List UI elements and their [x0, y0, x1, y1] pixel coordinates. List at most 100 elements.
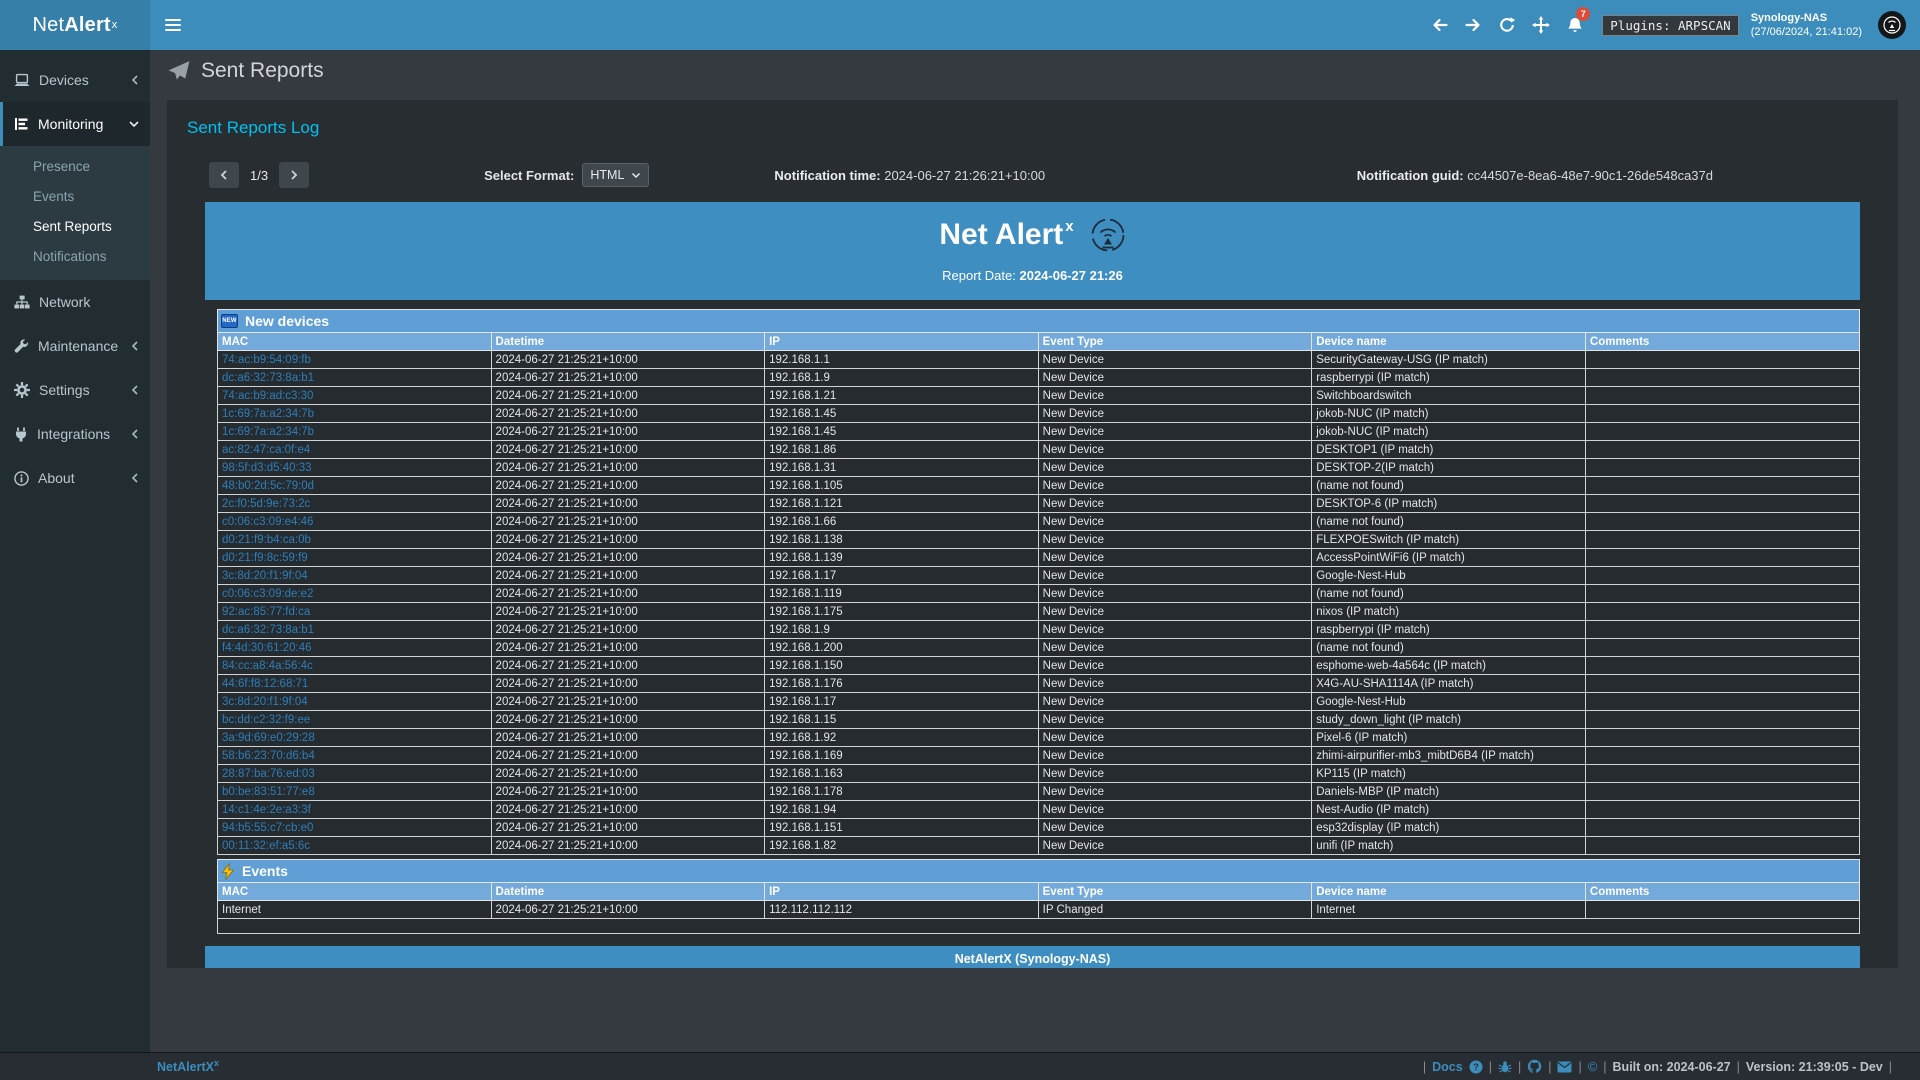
name-cell: SecurityGateway-USG (IP match)	[1312, 351, 1586, 369]
mac-link[interactable]: 48:b0:2d:5c:79:0d	[222, 480, 314, 492]
separator: |	[1578, 1060, 1581, 1074]
prev-page-button[interactable]	[209, 162, 239, 188]
sidebar-toggle-button[interactable]	[150, 0, 196, 50]
comments-cell	[1585, 387, 1859, 405]
mac-cell: 74:ac:b9:54:09:fb	[218, 351, 492, 369]
mac-link[interactable]: 3a:9d:69:e0:29:28	[222, 732, 315, 744]
github-link[interactable]	[1527, 1059, 1542, 1074]
event-cell: New Device	[1038, 783, 1312, 801]
comments-cell	[1585, 675, 1859, 693]
footer-brand[interactable]: NetAlertXx	[157, 1058, 219, 1074]
bug-report-link[interactable]	[1498, 1060, 1512, 1074]
notification-guid-label: Notification guid:	[1357, 168, 1464, 183]
mac-link[interactable]: 1c:69:7a:a2:34:7b	[222, 426, 314, 438]
sidebar-item-maintenance[interactable]: Maintenance	[0, 324, 150, 368]
forward-button[interactable]	[1456, 0, 1490, 50]
mac-link[interactable]: 3c:8d:20:f1:9f:04	[222, 570, 308, 582]
mac-cell: 1c:69:7a:a2:34:7b	[218, 423, 492, 441]
separator: |	[1489, 1060, 1492, 1074]
mac-link[interactable]: 74:ac:b9:ad:c3:30	[222, 390, 313, 402]
docs-link[interactable]: Docs	[1432, 1060, 1463, 1074]
mac-link[interactable]: dc:a6:32:73:8a:b1	[222, 624, 314, 636]
sidebar-subitem-events[interactable]: Events	[0, 181, 150, 211]
mac-link[interactable]: 2c:f0:5d:9e:73:2c	[222, 498, 310, 510]
datetime-cell: 2024-06-27 21:25:21+10:00	[491, 837, 765, 855]
mac-link[interactable]: 94:b5:55:c7:cb:e0	[222, 822, 313, 834]
wrench-icon	[14, 339, 29, 354]
mac-link[interactable]: 74:ac:b9:54:09:fb	[222, 354, 311, 366]
ip-cell: 192.168.1.9	[765, 621, 1039, 639]
mac-link[interactable]: 28:87:ba:76:ed:03	[222, 768, 315, 780]
mac-link[interactable]: 98:5f:d3:d5:40:33	[222, 462, 312, 474]
event-cell: New Device	[1038, 387, 1312, 405]
email-link[interactable]	[1557, 1061, 1572, 1073]
mac-link[interactable]: d0:21:f9:8c:59:f9	[222, 552, 308, 564]
mac-link[interactable]: 58:b6:23:70:d6:b4	[222, 750, 315, 762]
report-date-label: Report Date:	[942, 268, 1016, 283]
sidebar-item-integrations[interactable]: Integrations	[0, 412, 150, 456]
mac-link[interactable]: dc:a6:32:73:8a:b1	[222, 372, 314, 384]
sidebar-item-about[interactable]: About	[0, 456, 150, 500]
sidebar-subitem-presence[interactable]: Presence	[0, 151, 150, 181]
report-date-value: 2024-06-27 21:26	[1019, 268, 1122, 283]
mac-link[interactable]: 1c:69:7a:a2:34:7b	[222, 408, 314, 420]
user-avatar[interactable]	[1878, 11, 1906, 39]
sidebar-item-monitoring[interactable]: Monitoring	[0, 102, 150, 146]
svg-text:?: ?	[1473, 1062, 1479, 1072]
chevron-left-icon	[130, 384, 140, 396]
format-select[interactable]: HTML	[582, 163, 649, 187]
notifications-button[interactable]: 7	[1558, 0, 1592, 50]
events-section: Events MAC Datetime IP Event Type Dev	[217, 859, 1860, 934]
event-cell: New Device	[1038, 495, 1312, 513]
sidebar-item-devices[interactable]: Devices	[0, 58, 150, 102]
ip-cell: 192.168.1.82	[765, 837, 1039, 855]
host-name: Synology-NAS	[1751, 11, 1862, 25]
event-cell: New Device	[1038, 693, 1312, 711]
next-page-button[interactable]	[279, 162, 309, 188]
mac-link[interactable]: 92:ac:85:77:fd:ca	[222, 606, 310, 618]
mac-link[interactable]: 00:11:32:ef:a5:6c	[222, 840, 310, 852]
mac-link[interactable]: ac:82:47:ca:0f:e4	[222, 444, 310, 456]
datetime-cell: 2024-06-27 21:25:21+10:00	[491, 567, 765, 585]
comments-cell	[1585, 747, 1859, 765]
mac-cell: Internet	[218, 901, 492, 919]
ip-cell: 192.168.1.45	[765, 405, 1039, 423]
fullscreen-button[interactable]	[1524, 0, 1558, 50]
mac-link[interactable]: c0:06:c3:09:e4:46	[222, 516, 313, 528]
mac-link[interactable]: 84:cc:a8:4a:56:4c	[222, 660, 313, 672]
mac-link[interactable]: b0:be:83:51:77:e8	[222, 786, 315, 798]
page-header: Sent Reports	[150, 50, 1920, 92]
table-row: dc:a6:32:73:8a:b12024-06-27 21:25:21+10:…	[218, 369, 1860, 387]
mac-link[interactable]: bc:dd:c2:32:f9:ee	[222, 714, 310, 726]
mac-link[interactable]: 3c:8d:20:f1:9f:04	[222, 696, 308, 708]
datetime-cell: 2024-06-27 21:25:21+10:00	[491, 405, 765, 423]
mac-cell: b0:be:83:51:77:e8	[218, 783, 492, 801]
chevron-left-icon	[130, 472, 140, 484]
table-row: c0:06:c3:09:de:e22024-06-27 21:25:21+10:…	[218, 585, 1860, 603]
mac-link[interactable]: 44:6f:f8:12:68:71	[222, 678, 308, 690]
event-cell: New Device	[1038, 747, 1312, 765]
ip-cell: 192.168.1.178	[765, 783, 1039, 801]
refresh-button[interactable]	[1490, 0, 1524, 50]
sidebar-subitem-notifications[interactable]: Notifications	[0, 241, 150, 271]
back-button[interactable]	[1422, 0, 1456, 50]
report-preview: Net Alertx Report Date: 2024-06-27 21:26…	[205, 202, 1860, 968]
mac-cell: 74:ac:b9:ad:c3:30	[218, 387, 492, 405]
mac-link[interactable]: c0:06:c3:09:de:e2	[222, 588, 313, 600]
datetime-cell: 2024-06-27 21:25:21+10:00	[491, 495, 765, 513]
ip-cell: 192.168.1.105	[765, 477, 1039, 495]
comments-cell	[1585, 459, 1859, 477]
datetime-cell: 2024-06-27 21:25:21+10:00	[491, 513, 765, 531]
license-link[interactable]: ©	[1588, 1059, 1598, 1074]
sidebar-subitem-sent-reports[interactable]: Sent Reports	[0, 211, 150, 241]
mac-link[interactable]: d0:21:f9:b4:ca:0b	[222, 534, 311, 546]
mac-link[interactable]: f4:4d:30:61:20:46	[222, 642, 312, 654]
comments-cell	[1585, 369, 1859, 387]
sidebar-item-settings[interactable]: Settings	[0, 368, 150, 412]
app-logo[interactable]: NetAlertx	[0, 0, 150, 50]
datetime-cell: 2024-06-27 21:25:21+10:00	[491, 657, 765, 675]
sidebar-item-network[interactable]: Network	[0, 280, 150, 324]
event-cell: New Device	[1038, 837, 1312, 855]
mac-link[interactable]: 14:c1:4e:2e:a3:3f	[222, 804, 311, 816]
help-link[interactable]: ?	[1469, 1060, 1483, 1074]
